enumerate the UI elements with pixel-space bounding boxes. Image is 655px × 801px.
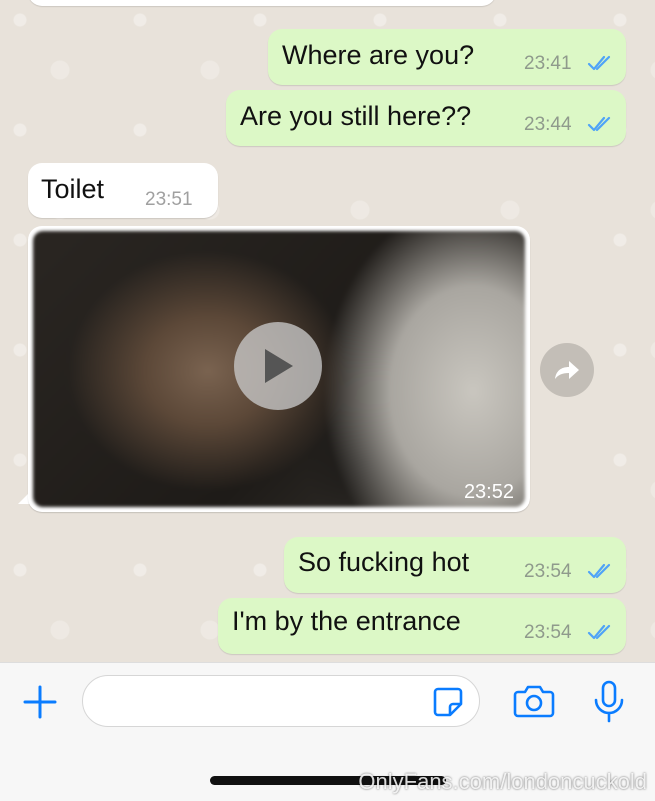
double-check-icon [587,563,611,579]
sticker-icon[interactable] [432,686,464,718]
microphone-icon[interactable] [591,680,627,724]
message-text: Toilet [41,174,105,204]
camera-icon[interactable] [512,683,556,719]
message-text: So fucking hot [298,547,470,577]
play-icon[interactable] [234,322,322,410]
double-check-icon [587,55,611,71]
message-time: 23:51 [145,189,193,210]
chat-area[interactable]: Where are you? 23:41 Are you still here?… [0,0,655,662]
message-bubble-outgoing[interactable]: Are you still here?? 23:44 [226,90,626,146]
message-text: Where are you? [282,40,475,70]
message-bubble-outgoing[interactable]: So fucking hot 23:54 [284,537,626,593]
message-bubble-incoming[interactable]: Toilet 23:51 [28,163,218,218]
message-time: 23:41 [524,53,572,74]
plus-icon[interactable] [22,684,58,720]
message-text: I'm by the entrance [232,606,461,636]
message-bubble-outgoing[interactable]: Where are you? 23:41 [268,29,626,85]
message-input[interactable] [82,675,480,727]
message-text: Are you still here?? [240,101,472,131]
message-time: 23:54 [524,622,572,643]
watermark-text: OnlyFans.com/londoncuckold [358,769,647,794]
video-time: 23:52 [463,481,514,503]
message-bubble-outgoing[interactable]: I'm by the entrance 23:54 [218,598,626,654]
video-message[interactable]: 23:52 [28,226,530,512]
message-time: 23:44 [524,114,572,135]
forward-icon[interactable] [540,343,594,397]
previous-message-bubble [28,0,496,6]
double-check-icon [587,116,611,132]
message-time: 23:54 [524,561,572,582]
double-check-icon [587,624,611,640]
